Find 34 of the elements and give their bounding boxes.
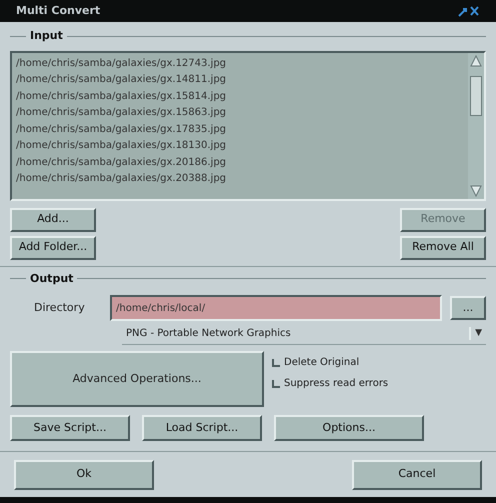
directory-field[interactable]: /home/chris/local/ [110, 295, 442, 321]
scroll-up-icon[interactable] [470, 54, 482, 66]
button[interactable]: Cancel [352, 460, 482, 490]
scrollbar[interactable] [468, 52, 484, 198]
button[interactable]: Add Folder... [10, 236, 96, 260]
file-item[interactable]: /home/chris/samba/galaxies/gx.18130.jpg [16, 138, 468, 154]
scroll-down-icon[interactable] [470, 184, 482, 196]
option-checkbox[interactable]: Suppress read errors [272, 376, 388, 391]
browse-button[interactable]: ... [450, 296, 486, 320]
window-title: Multi Convert [16, 2, 100, 19]
window-controls-icon[interactable] [458, 4, 480, 18]
file-item[interactable]: /home/chris/samba/galaxies/gx.15814.jpg [16, 88, 468, 105]
checkbox[interactable] [272, 380, 280, 388]
file-item[interactable]: /home/chris/samba/galaxies/gx.20186.jpg [16, 154, 468, 171]
option-checkbox[interactable]: Delete Original [272, 355, 388, 370]
file-item[interactable]: /home/chris/samba/galaxies/gx.20388.jpg [16, 171, 468, 188]
group-title: Output [30, 270, 74, 286]
button[interactable]: Save Script... [10, 415, 130, 441]
scroll-thumb[interactable] [470, 76, 482, 116]
file-list[interactable] [10, 50, 486, 200]
checkbox[interactable] [272, 358, 280, 366]
button[interactable]: Ok [14, 460, 154, 490]
button[interactable]: Remove All [400, 236, 486, 260]
file-item[interactable]: /home/chris/samba/galaxies/gx.17835.jpg [16, 122, 468, 138]
button[interactable]: Load Script... [142, 415, 262, 441]
file-item[interactable]: /home/chris/samba/galaxies/gx.15863.jpg [16, 105, 468, 122]
group-title: Input [30, 28, 63, 44]
format-dropdown[interactable]: PNG - Portable Network Graphics ▼ [122, 323, 486, 345]
file-item[interactable]: /home/chris/samba/galaxies/gx.14811.jpg [16, 72, 468, 88]
file-item[interactable]: /home/chris/samba/galaxies/gx.12743.jpg [16, 56, 468, 72]
directory-label: Directory [33, 300, 86, 316]
button[interactable]: Add... [10, 208, 96, 232]
advanced-operations-button[interactable]: Advanced Operations... [10, 351, 264, 407]
button[interactable]: Options... [274, 415, 424, 441]
